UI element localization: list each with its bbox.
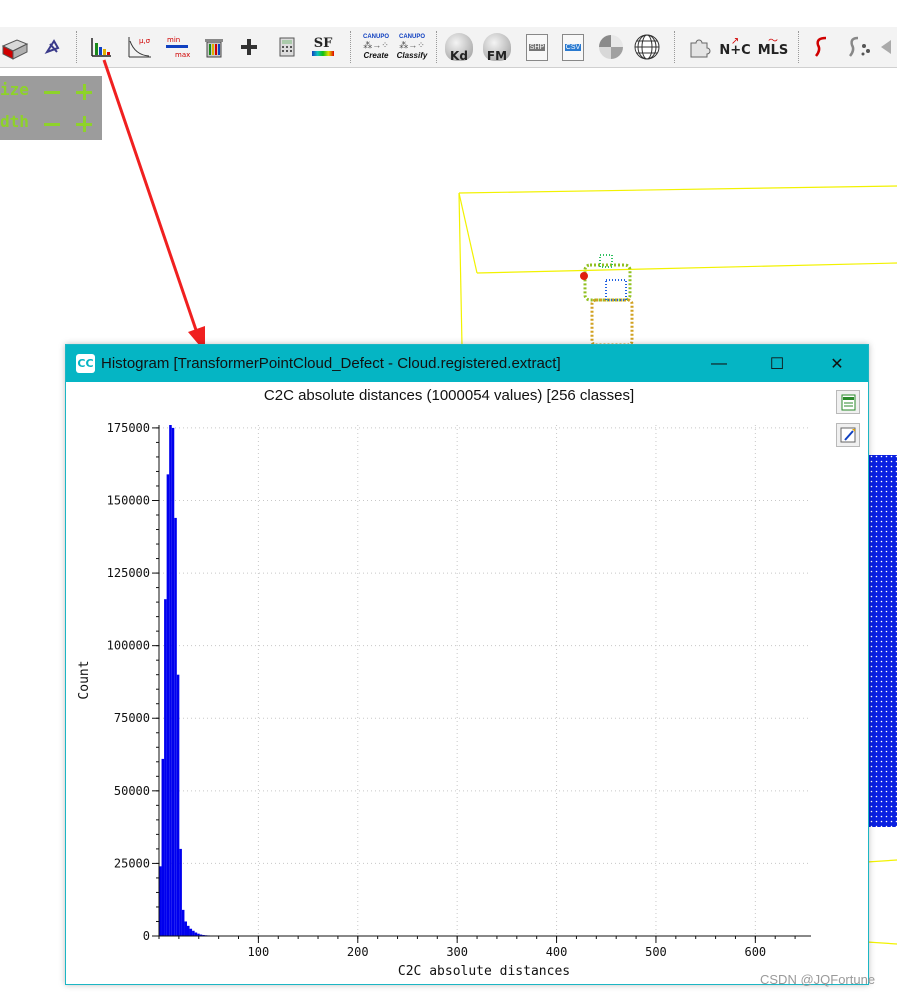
histogram-bar [164, 599, 167, 936]
point-size-plus-button[interactable] [76, 84, 92, 100]
histogram-window: CC Histogram [TransformerPointCloud_Defe… [65, 344, 869, 985]
close-button[interactable]: ✕ [814, 345, 860, 382]
y-tick-label: 150000 [107, 493, 150, 507]
y-tick-label: 125000 [107, 566, 150, 580]
y-tick-label: 0 [143, 929, 150, 943]
export-image-icon [840, 427, 856, 443]
window-title: Histogram [TransformerPointCloud_Defect … [101, 355, 561, 372]
export-image-button[interactable] [836, 423, 860, 447]
axes: 100 200 300 400 500 600 0 25000 50000 75000 100000… [107, 421, 811, 959]
line-width-plus-button[interactable] [76, 116, 92, 132]
line-width-minus-button[interactable] [44, 123, 60, 126]
y-tick-label: 100000 [107, 639, 150, 653]
histogram-bars [159, 425, 241, 937]
x-tick-label: 300 [446, 945, 468, 959]
line-width-label: dth [0, 112, 29, 131]
x-tick-label: 400 [546, 945, 568, 959]
point-size-row: ize [0, 80, 102, 102]
histogram-chart[interactable]: 100 200 300 400 500 600 0 25000 50000 75000 100000… [66, 382, 832, 982]
app-icon: CC [76, 354, 95, 373]
display-overlay-panel: ize dth [0, 76, 102, 140]
x-axis-label: C2C absolute distances [398, 964, 570, 979]
x-tick-label: 500 [645, 945, 667, 959]
histogram-bar [171, 427, 175, 936]
export-csv-icon [841, 394, 856, 411]
histogram-bar [174, 517, 177, 936]
maximize-button[interactable]: ☐ [754, 345, 800, 382]
histogram-bar [161, 758, 165, 936]
histogram-bar [169, 425, 172, 936]
histogram-bar [194, 932, 198, 936]
x-tick-label: 200 [347, 945, 369, 959]
histogram-bar [176, 674, 180, 936]
histogram-bar [192, 930, 195, 936]
grid [159, 425, 811, 936]
y-tick-label: 175000 [107, 421, 150, 435]
histogram-bar [166, 474, 170, 936]
point-cloud-blue-region [867, 455, 897, 827]
histogram-bar [186, 925, 190, 936]
export-csv-button[interactable] [836, 390, 860, 414]
pointer-arrow [102, 59, 198, 331]
histogram-bar [189, 928, 193, 936]
x-tick-label: 100 [248, 945, 270, 959]
line-width-row: dth [0, 112, 102, 134]
minimize-button[interactable]: — [696, 345, 742, 382]
window-titlebar[interactable]: CC Histogram [TransformerPointCloud_Defe… [66, 345, 868, 382]
y-tick-label: 50000 [114, 784, 150, 798]
watermark: CSDN @JQFortune [760, 972, 876, 987]
maximize-icon: ☐ [769, 355, 785, 373]
point-size-minus-button[interactable] [44, 91, 60, 94]
minimize-icon: — [711, 354, 727, 372]
histogram-bar [179, 848, 182, 936]
point-cloud-object [580, 254, 634, 347]
histogram-bar [184, 921, 187, 936]
histogram-bar [181, 909, 185, 936]
y-axis-label: Count [77, 660, 92, 699]
x-tick-label: 600 [744, 945, 766, 959]
point-size-label: ize [0, 80, 29, 99]
close-icon: ✕ [830, 355, 844, 373]
y-tick-label: 75000 [114, 711, 150, 725]
y-tick-label: 25000 [114, 856, 150, 870]
